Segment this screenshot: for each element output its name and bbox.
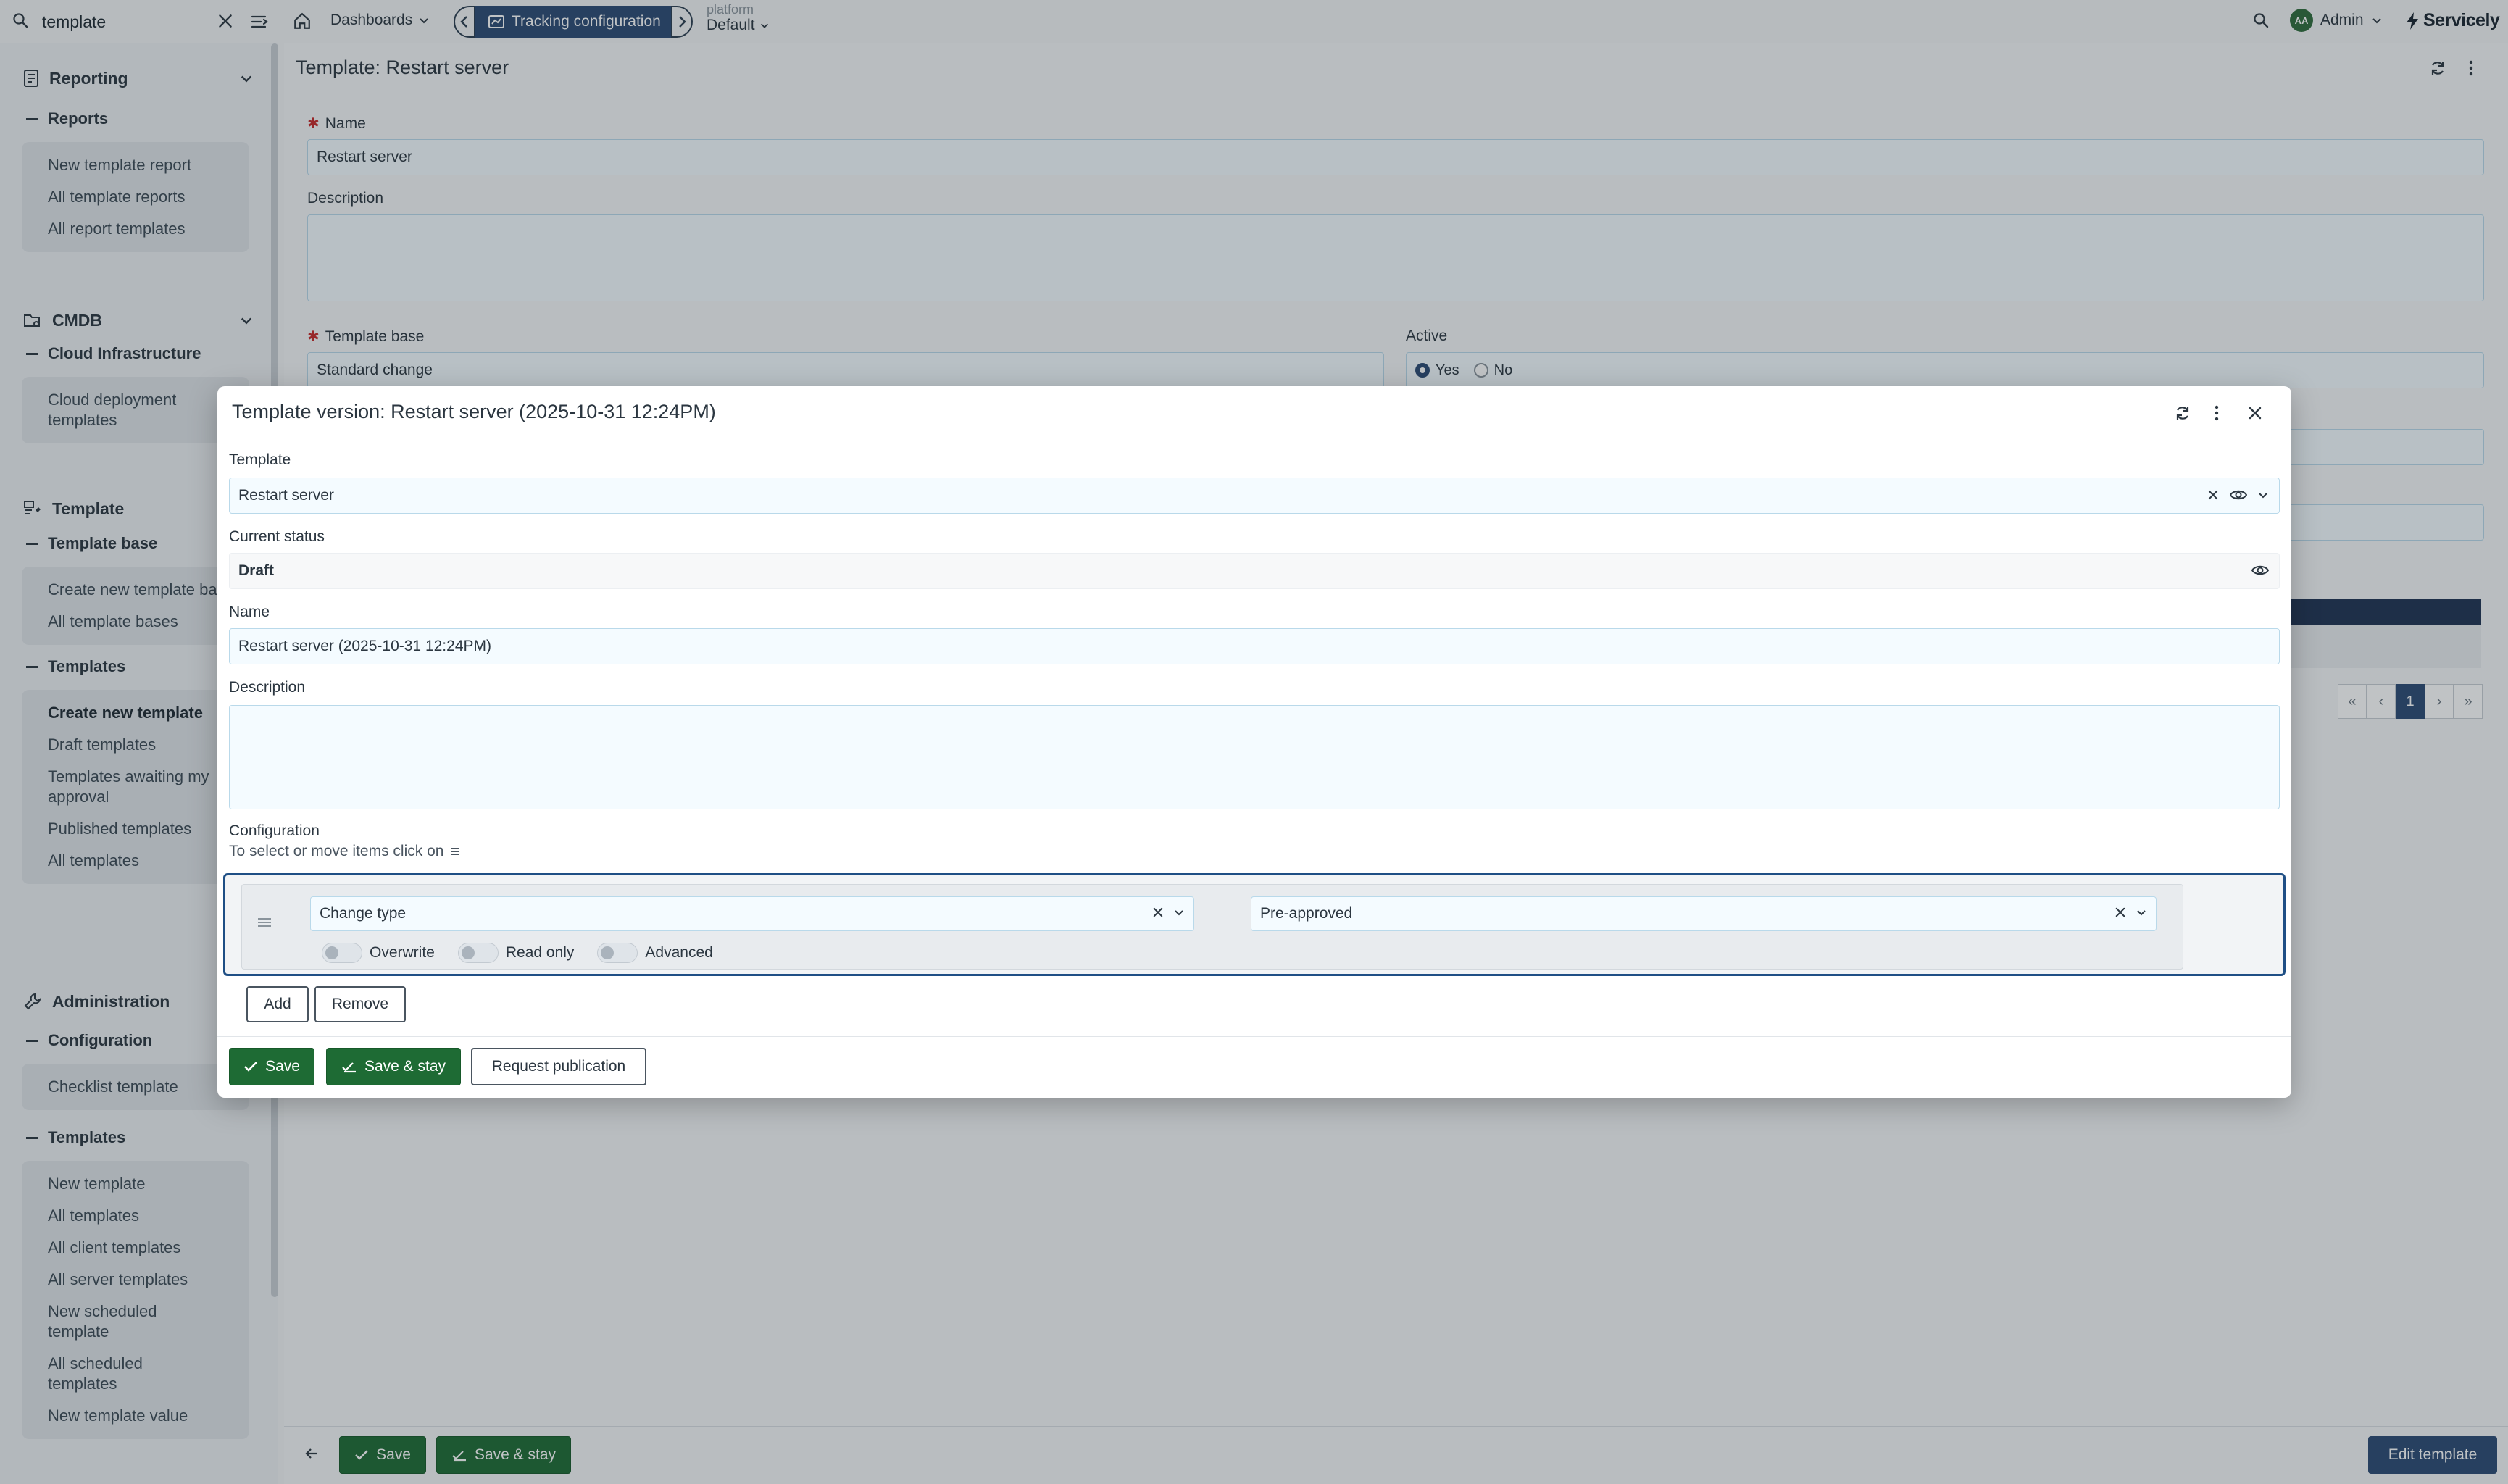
config-field-value: Change type [320,905,407,922]
save-button-label: Save [265,1058,300,1075]
template-select-value: Restart server [238,487,334,504]
configuration-label: Configuration [229,822,320,839]
chevron-down-icon[interactable] [2257,489,2269,501]
config-field-select[interactable]: Change type [310,896,1194,931]
save-stay-button-label: Save & stay [364,1058,446,1075]
current-status-field: Draft [229,553,2280,589]
refresh-icon[interactable] [2174,404,2191,422]
drag-handle-icon[interactable] [257,917,272,928]
config-row[interactable]: Change type Pre-approved Overwrite Read … [241,884,2183,970]
overwrite-label: Overwrite [370,944,435,961]
chevron-down-icon[interactable] [1173,906,1185,918]
drag-handle-icon [449,846,461,856]
check-icon [243,1061,258,1072]
close-icon[interactable] [2246,404,2264,422]
configuration-hint: To select or move items click on [229,843,461,860]
save-stay-button[interactable]: Save & stay [326,1048,461,1085]
close-icon[interactable] [2207,488,2220,501]
template-select[interactable]: Restart server [229,478,2280,514]
eye-icon[interactable] [2251,564,2269,577]
template-label: Template [229,451,291,468]
overwrite-toggle[interactable] [322,943,362,963]
more-vertical-icon[interactable] [2213,404,2220,422]
config-toggles: Overwrite Read only Advanced [322,943,713,963]
dialog-footer: Save Save & stay Request publication [217,1036,2291,1098]
advanced-toggle[interactable] [597,943,638,963]
close-icon[interactable] [1151,906,1165,919]
save-button[interactable]: Save [229,1048,314,1085]
template-version-dialog: Template version: Restart server (2025-1… [217,386,2291,1098]
name-input[interactable]: Restart server (2025-10-31 12:24PM) [229,628,2280,664]
read-only-label: Read only [505,944,575,961]
request-publication-button[interactable]: Request publication [471,1048,646,1085]
check-double-icon [341,1060,357,1073]
config-value-select[interactable]: Pre-approved [1251,896,2157,931]
description-label: Description [229,679,306,696]
chevron-down-icon[interactable] [2136,906,2147,918]
close-icon[interactable] [2114,906,2127,919]
dialog-header: Template version: Restart server (2025-1… [217,386,2291,441]
add-button[interactable]: Add [246,986,309,1022]
configuration-hint-text: To select or move items click on [229,843,444,859]
advanced-label: Advanced [645,944,713,961]
configuration-list: Change type Pre-approved Overwrite Read … [223,873,2286,976]
dialog-title: Template version: Restart server (2025-1… [232,401,716,422]
name-label: Name [229,604,270,620]
current-status-value: Draft [238,562,275,579]
current-status-label: Current status [229,528,325,545]
eye-icon[interactable] [2230,488,2247,501]
config-value-text: Pre-approved [1260,905,1353,922]
remove-button[interactable]: Remove [314,986,406,1022]
description-input[interactable] [229,705,2280,809]
read-only-toggle[interactable] [457,943,499,963]
